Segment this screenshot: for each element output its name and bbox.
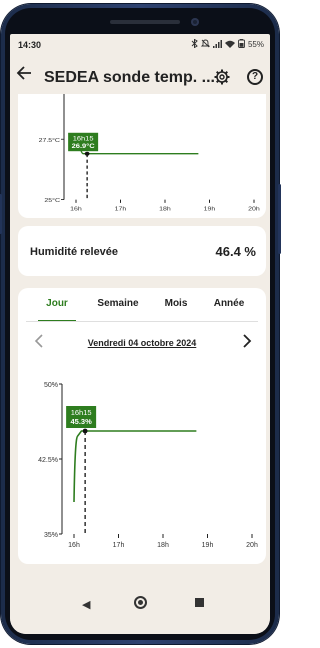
x-tick-label: 17h — [115, 206, 127, 212]
tooltip-time: 16h15 — [73, 136, 94, 142]
x-tick-label: 19h — [202, 542, 214, 549]
screen: 14:30 55% SEDEA sonde temp. ... ? 16h15 … — [10, 34, 270, 634]
selected-date[interactable]: Vendredi 04 octobre 2024 — [18, 338, 266, 348]
battery-icon — [238, 39, 245, 50]
tab-week[interactable]: Semaine — [92, 298, 144, 309]
chevron-right-icon[interactable] — [242, 334, 252, 353]
tooltip-value: 45.3% — [70, 417, 92, 426]
temperature-chart: 16h1526.9°C 27.5°C 25°C 16h 17h 18h 19h 20h — [39, 94, 260, 212]
y-tick-label: 42.5% — [38, 457, 58, 464]
temperature-chart-card: 16h15 26.9°C 27.5°C 25°C 16h 17h 18h 19h 20h — [18, 94, 266, 218]
nav-back-icon[interactable]: ◀ — [82, 598, 90, 611]
battery-percent: 55% — [247, 40, 264, 49]
nav-home-icon[interactable] — [134, 596, 147, 609]
system-nav-bar: ◀ — [10, 584, 270, 634]
tooltip-time: 16h15 — [71, 408, 92, 417]
period-tabs: Jour Semaine Mois Année — [18, 298, 266, 322]
page-title: SEDEA sonde temp. ... — [44, 69, 215, 86]
tab-month[interactable]: Mois — [160, 298, 192, 309]
help-glyph: ? — [251, 71, 259, 82]
front-camera — [191, 18, 199, 26]
bluetooth-icon — [191, 38, 198, 50]
humidity-summary-card: Humidité relevée 46.4 % — [18, 226, 266, 276]
tabs-divider — [26, 321, 258, 322]
humidity-label: Humidité relevée — [30, 246, 119, 258]
y-tick-label: 25°C — [44, 197, 60, 204]
x-tick-label: 16h — [70, 206, 82, 212]
x-tick-label: 20h — [246, 542, 258, 549]
x-tick-label: 19h — [204, 206, 216, 212]
highlight-point — [82, 428, 88, 434]
status-time: 14:30 — [18, 40, 42, 50]
x-tick-label: 16h — [68, 542, 80, 549]
series-line — [73, 430, 197, 503]
volume-button — [0, 194, 2, 234]
status-icons: 55% — [191, 38, 264, 50]
side-button — [278, 184, 281, 254]
tooltip-value: 26.9°C — [72, 142, 95, 149]
humidity-chart: 16h1545.3% 50% 42.5% 35% 16h 17h 18h 19h 20h — [38, 382, 258, 549]
back-arrow-icon[interactable] — [16, 64, 32, 87]
highlight-point — [84, 151, 90, 156]
help-icon[interactable]: ? — [247, 69, 263, 85]
x-tick-label: 18h — [157, 542, 169, 549]
nav-recents-icon[interactable] — [195, 598, 204, 607]
speaker-grill — [110, 20, 180, 24]
signal-icon — [212, 39, 222, 50]
x-tick-label: 18h — [159, 206, 171, 212]
wifi-icon — [224, 40, 235, 50]
y-tick-label: 35% — [44, 532, 58, 539]
gear-icon[interactable] — [214, 69, 230, 85]
humidity-value: 46.4 % — [215, 244, 256, 259]
y-tick-label: 50% — [44, 382, 58, 389]
mute-icon — [200, 39, 211, 50]
humidity-chart-card: Jour Semaine Mois Année Vendredi 04 octo… — [18, 288, 266, 564]
x-tick-label: 17h — [113, 542, 125, 549]
date-navigator: Vendredi 04 octobre 2024 — [18, 334, 266, 354]
y-tick-label: 27.5°C — [39, 136, 61, 143]
status-bar: 14:30 55% — [10, 34, 270, 56]
x-tick-label: 20h — [248, 206, 260, 212]
tab-year[interactable]: Année — [208, 298, 250, 309]
tab-day[interactable]: Jour — [38, 298, 76, 309]
